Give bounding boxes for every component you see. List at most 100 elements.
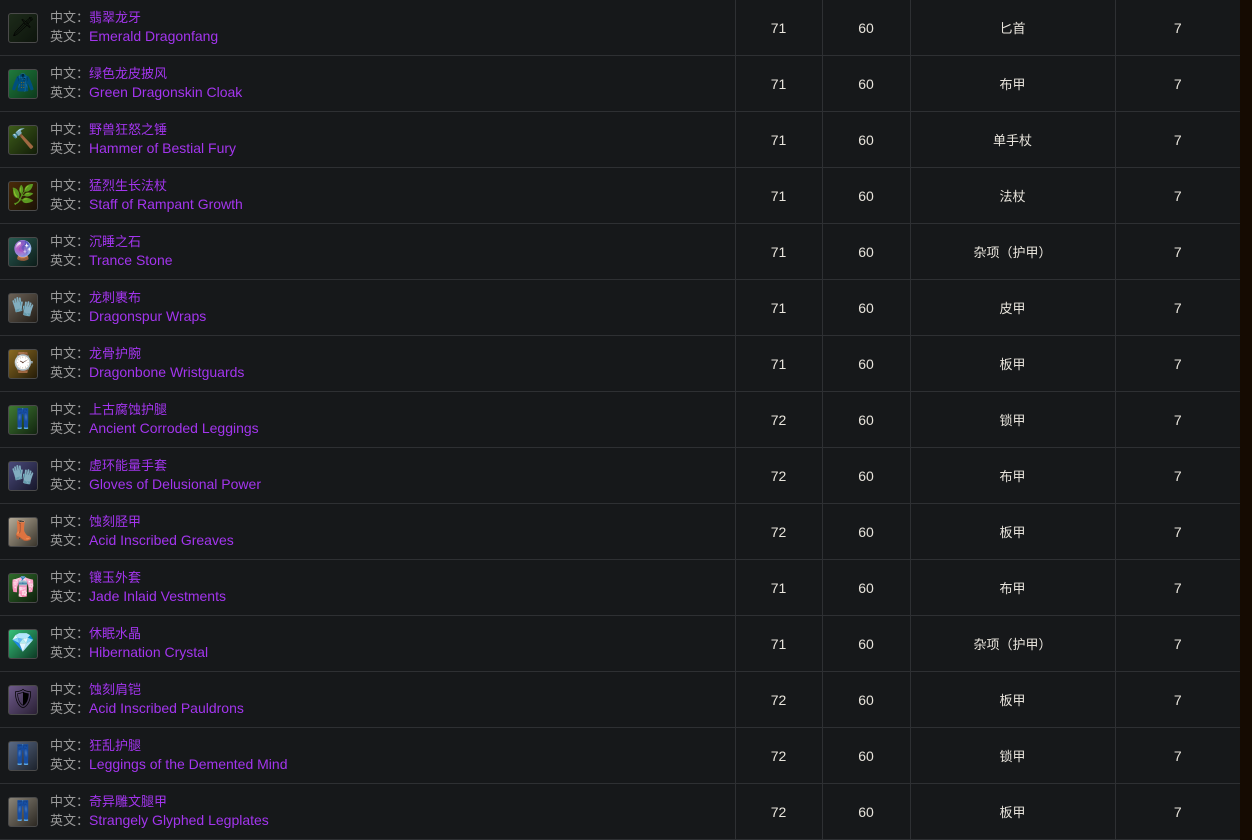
item-name-en[interactable]: Acid Inscribed Greaves — [89, 532, 234, 548]
required-level-cell-value: 60 — [858, 299, 874, 316]
staff-green-icon[interactable]: 🌿 — [8, 180, 38, 211]
chinese-label: 中文： — [50, 234, 90, 249]
item-icon-glyph: 🗡 — [10, 17, 36, 38]
item-name-en[interactable]: Dragonspur Wraps — [89, 308, 206, 324]
pauldrons-plate-icon[interactable]: 🛡 — [8, 684, 38, 715]
table-row[interactable]: 👘 中文：镶玉外套 英文：Jade Inlaid Vestments 71 60 布甲 7 — [0, 559, 1240, 616]
legplates-plate-icon[interactable]: 👖 — [8, 796, 38, 827]
item-name-en[interactable]: Emerald Dragonfang — [89, 28, 218, 44]
item-type-cell-value: 皮甲 — [999, 301, 1026, 316]
item-name-cn[interactable]: 蚀刻胫甲 — [89, 514, 141, 529]
item-type-cell: 杂项（护甲） — [910, 223, 1116, 280]
item-name-cn[interactable]: 绿色龙皮披风 — [89, 66, 167, 81]
table-row[interactable]: 🧥 中文：绿色龙皮披风 英文：Green Dragonskin Cloak 71 60 布… — [0, 55, 1240, 112]
item-type-cell: 布甲 — [910, 55, 1116, 112]
required-level-cell: 60 — [822, 335, 911, 392]
item-name-en[interactable]: Ancient Corroded Leggings — [89, 420, 259, 436]
item-name-cn[interactable]: 龙骨护腕 — [89, 346, 141, 361]
table-row[interactable]: ⌚ 中文：龙骨护腕 英文：Dragonbone Wristguards 71 60 板甲 7 — [0, 335, 1240, 392]
table-row[interactable]: 🧤 中文：虚环能量手套 英文：Gloves of Delusional Power 7… — [0, 447, 1240, 504]
item-list-table: 🗡 中文：翡翠龙牙 英文：Emerald Dragonfang 71 60 匕首 7 🧥 中文：… — [0, 0, 1240, 840]
item-type-cell-value: 布甲 — [999, 77, 1026, 92]
item-type-cell: 锁甲 — [910, 391, 1116, 448]
required-level-cell: 60 — [822, 671, 911, 728]
source-cell: 7 — [1115, 447, 1240, 504]
item-name-en[interactable]: Trance Stone — [89, 252, 173, 268]
table-row[interactable]: 🔮 中文：沉睡之石 英文：Trance Stone 71 60 杂项（护甲） 7 — [0, 223, 1240, 280]
item-name-cn[interactable]: 奇异雕文腿甲 — [89, 794, 167, 809]
item-name-en[interactable]: Acid Inscribed Pauldrons — [89, 700, 244, 716]
robe-cloth-icon[interactable]: 👘 — [8, 572, 38, 603]
table-row[interactable]: 💎 中文：休眠水晶 英文：Hibernation Crystal 71 60 杂项（护甲）… — [0, 615, 1240, 672]
required-level-cell-value: 60 — [858, 747, 874, 764]
source-cell-value: 7 — [1173, 355, 1182, 372]
mace-green-icon[interactable]: 🔨 — [8, 124, 38, 155]
table-row[interactable]: 👖 中文：狂乱护腿 英文：Leggings of the Demented Mind… — [0, 727, 1240, 784]
item-name-cn[interactable]: 蚀刻肩铠 — [89, 682, 141, 697]
item-name-cn[interactable]: 虚环能量手套 — [89, 458, 167, 473]
item-level-cell-value: 72 — [770, 747, 787, 764]
crystal-green-icon[interactable]: 💎 — [8, 628, 38, 659]
item-level-cell: 71 — [735, 335, 823, 392]
table-row[interactable]: 🔨 中文：野兽狂怒之锤 英文：Hammer of Bestial Fury 71 60 单… — [0, 111, 1240, 168]
source-cell: 7 — [1115, 615, 1240, 672]
orb-stone-icon[interactable]: 🔮 — [8, 236, 38, 267]
item-name-en[interactable]: Leggings of the Demented Mind — [89, 756, 287, 772]
item-name-en[interactable]: Staff of Rampant Growth — [89, 196, 243, 212]
bracers-plate-icon[interactable]: ⌚ — [8, 348, 38, 379]
item-name-cn[interactable]: 野兽狂怒之锤 — [89, 122, 167, 137]
item-name-cn[interactable]: 龙刺裹布 — [89, 290, 141, 305]
item-name-en[interactable]: Jade Inlaid Vestments — [89, 588, 226, 604]
source-cell: 7 — [1115, 0, 1240, 56]
bracers-leather-icon[interactable]: 🧤 — [8, 292, 38, 323]
item-name-cell: 🔨 中文：野兽狂怒之锤 英文：Hammer of Bestial Fury — [0, 111, 736, 168]
source-cell-value: 7 — [1173, 299, 1182, 316]
gloves-cloth-icon[interactable]: 🧤 — [8, 460, 38, 491]
item-name-cn[interactable]: 沉睡之石 — [89, 234, 141, 249]
item-icon-glyph: 🌿 — [11, 185, 35, 206]
item-name-cn[interactable]: 上古腐蚀护腿 — [89, 402, 167, 417]
item-level-cell-value: 71 — [770, 299, 787, 316]
item-icon-glyph: 🧥 — [11, 73, 35, 94]
source-cell-value: 7 — [1173, 803, 1182, 820]
dagger-green-icon[interactable]: 🗡 — [8, 12, 38, 43]
leggings-mail-icon[interactable]: 👖 — [8, 404, 38, 435]
item-name-en[interactable]: Hammer of Bestial Fury — [89, 140, 236, 156]
item-name-en[interactable]: Hibernation Crystal — [89, 644, 208, 660]
item-name-cell: 💎 中文：休眠水晶 英文：Hibernation Crystal — [0, 615, 736, 672]
cloak-green-icon[interactable]: 🧥 — [8, 68, 38, 99]
item-name-cn[interactable]: 镶玉外套 — [89, 570, 141, 585]
item-icon-glyph: 🧤 — [11, 297, 35, 318]
source-cell: 7 — [1115, 55, 1240, 112]
source-cell-value: 7 — [1173, 523, 1182, 540]
item-icon-glyph: ⌚ — [11, 353, 35, 374]
source-cell: 7 — [1115, 111, 1240, 168]
table-row[interactable]: 👢 中文：蚀刻胫甲 英文：Acid Inscribed Greaves 72 60 板甲 7 — [0, 503, 1240, 560]
table-row[interactable]: 🌿 中文：猛烈生长法杖 英文：Staff of Rampant Growth 71 60… — [0, 167, 1240, 224]
item-name-cn[interactable]: 狂乱护腿 — [89, 738, 141, 753]
required-level-cell: 60 — [822, 447, 911, 504]
table-row[interactable]: 🧤 中文：龙刺裹布 英文：Dragonspur Wraps 71 60 皮甲 7 — [0, 279, 1240, 336]
boots-plate-icon[interactable]: 👢 — [8, 516, 38, 547]
table-row[interactable]: 👖 中文：奇异雕文腿甲 英文：Strangely Glyphed Legplates… — [0, 783, 1240, 840]
item-name-en[interactable]: Green Dragonskin Cloak — [89, 84, 242, 100]
item-type-cell: 布甲 — [910, 559, 1116, 616]
item-level-cell-value: 72 — [770, 691, 787, 708]
source-cell: 7 — [1115, 279, 1240, 336]
table-row[interactable]: 🛡 中文：蚀刻肩铠 英文：Acid Inscribed Pauldrons 72 60 板… — [0, 671, 1240, 728]
item-name-en[interactable]: Gloves of Delusional Power — [89, 476, 261, 492]
required-level-cell: 60 — [822, 111, 911, 168]
item-name-cn[interactable]: 猛烈生长法杖 — [89, 178, 167, 193]
table-row[interactable]: 👖 中文：上古腐蚀护腿 英文：Ancient Corroded Leggings 72… — [0, 391, 1240, 448]
item-name-en[interactable]: Dragonbone Wristguards — [89, 364, 244, 380]
table-row[interactable]: 🗡 中文：翡翠龙牙 英文：Emerald Dragonfang 71 60 匕首 7 — [0, 0, 1240, 56]
required-level-cell: 60 — [822, 55, 911, 112]
source-cell-value: 7 — [1173, 747, 1182, 764]
leggings-mail-blue-icon[interactable]: 👖 — [8, 740, 38, 771]
english-label: 英文： — [50, 813, 90, 828]
source-cell: 7 — [1115, 167, 1240, 224]
item-name-en[interactable]: Strangely Glyphed Legplates — [89, 812, 269, 828]
item-name-cn[interactable]: 休眠水晶 — [89, 626, 141, 641]
item-name-cn[interactable]: 翡翠龙牙 — [89, 10, 141, 25]
item-type-cell-value: 板甲 — [999, 357, 1026, 372]
